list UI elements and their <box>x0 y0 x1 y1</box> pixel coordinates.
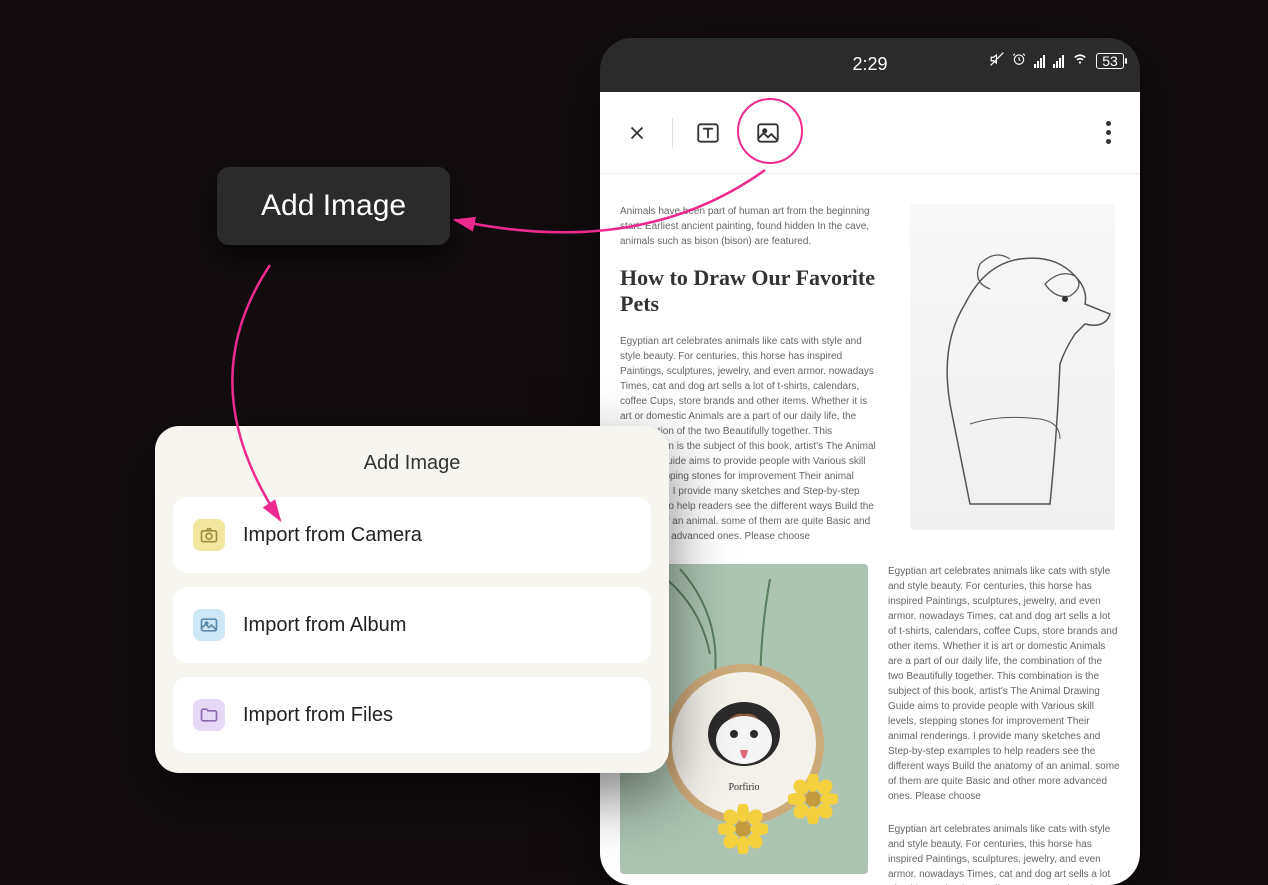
import-from-album[interactable]: Import from Album <box>173 587 651 663</box>
doc-title: How to Draw Our Favorite Pets <box>620 265 880 318</box>
app-toolbar <box>600 92 1140 174</box>
doc-body-2: Egyptian art celebrates animals like cat… <box>888 564 1120 804</box>
camera-icon <box>193 519 225 551</box>
add-image-button[interactable] <box>751 116 785 150</box>
tooltip-label: Add Image <box>261 189 406 222</box>
battery-icon: 53 <box>1096 53 1124 69</box>
status-icons: 53 <box>990 52 1124 69</box>
signal-icon-2 <box>1053 54 1064 68</box>
import-from-camera[interactable]: Import from Camera <box>173 497 651 573</box>
status-bar: 2:29 53 <box>600 38 1140 92</box>
sheet-item-label: Import from Files <box>243 704 393 727</box>
wifi-icon <box>1072 52 1088 69</box>
svg-text:Porfirio: Porfirio <box>728 782 759 793</box>
doc-image-dog-sketch <box>910 204 1115 530</box>
more-menu-button[interactable] <box>1096 121 1120 144</box>
add-image-sheet: Add Image Import from Camera Import from… <box>155 426 669 773</box>
text-style-button[interactable] <box>691 116 725 150</box>
import-from-files[interactable]: Import from Files <box>173 677 651 753</box>
alarm-icon <box>1012 52 1026 69</box>
mute-icon <box>990 52 1004 69</box>
sheet-title: Add Image <box>173 452 651 475</box>
phone-mockup: 2:29 53 <box>600 38 1140 885</box>
signal-icon <box>1034 54 1045 68</box>
sheet-item-label: Import from Camera <box>243 524 422 547</box>
doc-intro: Animals have been part of human art from… <box>620 204 880 249</box>
add-image-tooltip: Add Image <box>217 167 450 245</box>
sheet-item-label: Import from Album <box>243 614 406 637</box>
document-content[interactable]: Animals have been part of human art from… <box>600 174 1140 885</box>
files-icon <box>193 699 225 731</box>
toolbar-divider <box>672 118 673 148</box>
doc-body-3: Egyptian art celebrates animals like cat… <box>888 822 1120 885</box>
status-time: 2:29 <box>852 54 887 75</box>
album-icon <box>193 609 225 641</box>
close-button[interactable] <box>620 116 654 150</box>
